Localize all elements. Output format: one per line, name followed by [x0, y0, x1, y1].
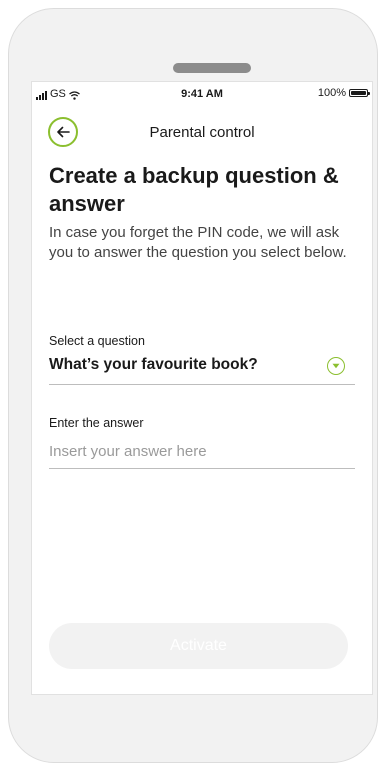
question-select[interactable]: What’s your favourite book? [49, 354, 355, 385]
page-title: Create a backup question & answer [49, 163, 339, 216]
activate-button[interactable]: Activate [49, 623, 348, 669]
nav-title: Parental control [149, 124, 255, 141]
page-description: In case you forget the PIN code, we will… [49, 224, 347, 261]
app-screen: GS 9:41 AM 100% Parental control Create … [31, 81, 373, 695]
status-right: 100% [317, 87, 370, 99]
status-bar: GS 9:41 AM 100% [32, 82, 372, 106]
chevron-down-icon[interactable] [327, 357, 345, 375]
answer-label: Enter the answer [49, 416, 144, 430]
question-label: Select a question [49, 334, 145, 348]
phone-speaker [173, 63, 251, 73]
battery-icon [349, 89, 370, 97]
battery-percent: 100% [317, 87, 346, 99]
answer-input[interactable] [49, 434, 355, 469]
question-value: What’s your favourite book? [49, 356, 258, 373]
